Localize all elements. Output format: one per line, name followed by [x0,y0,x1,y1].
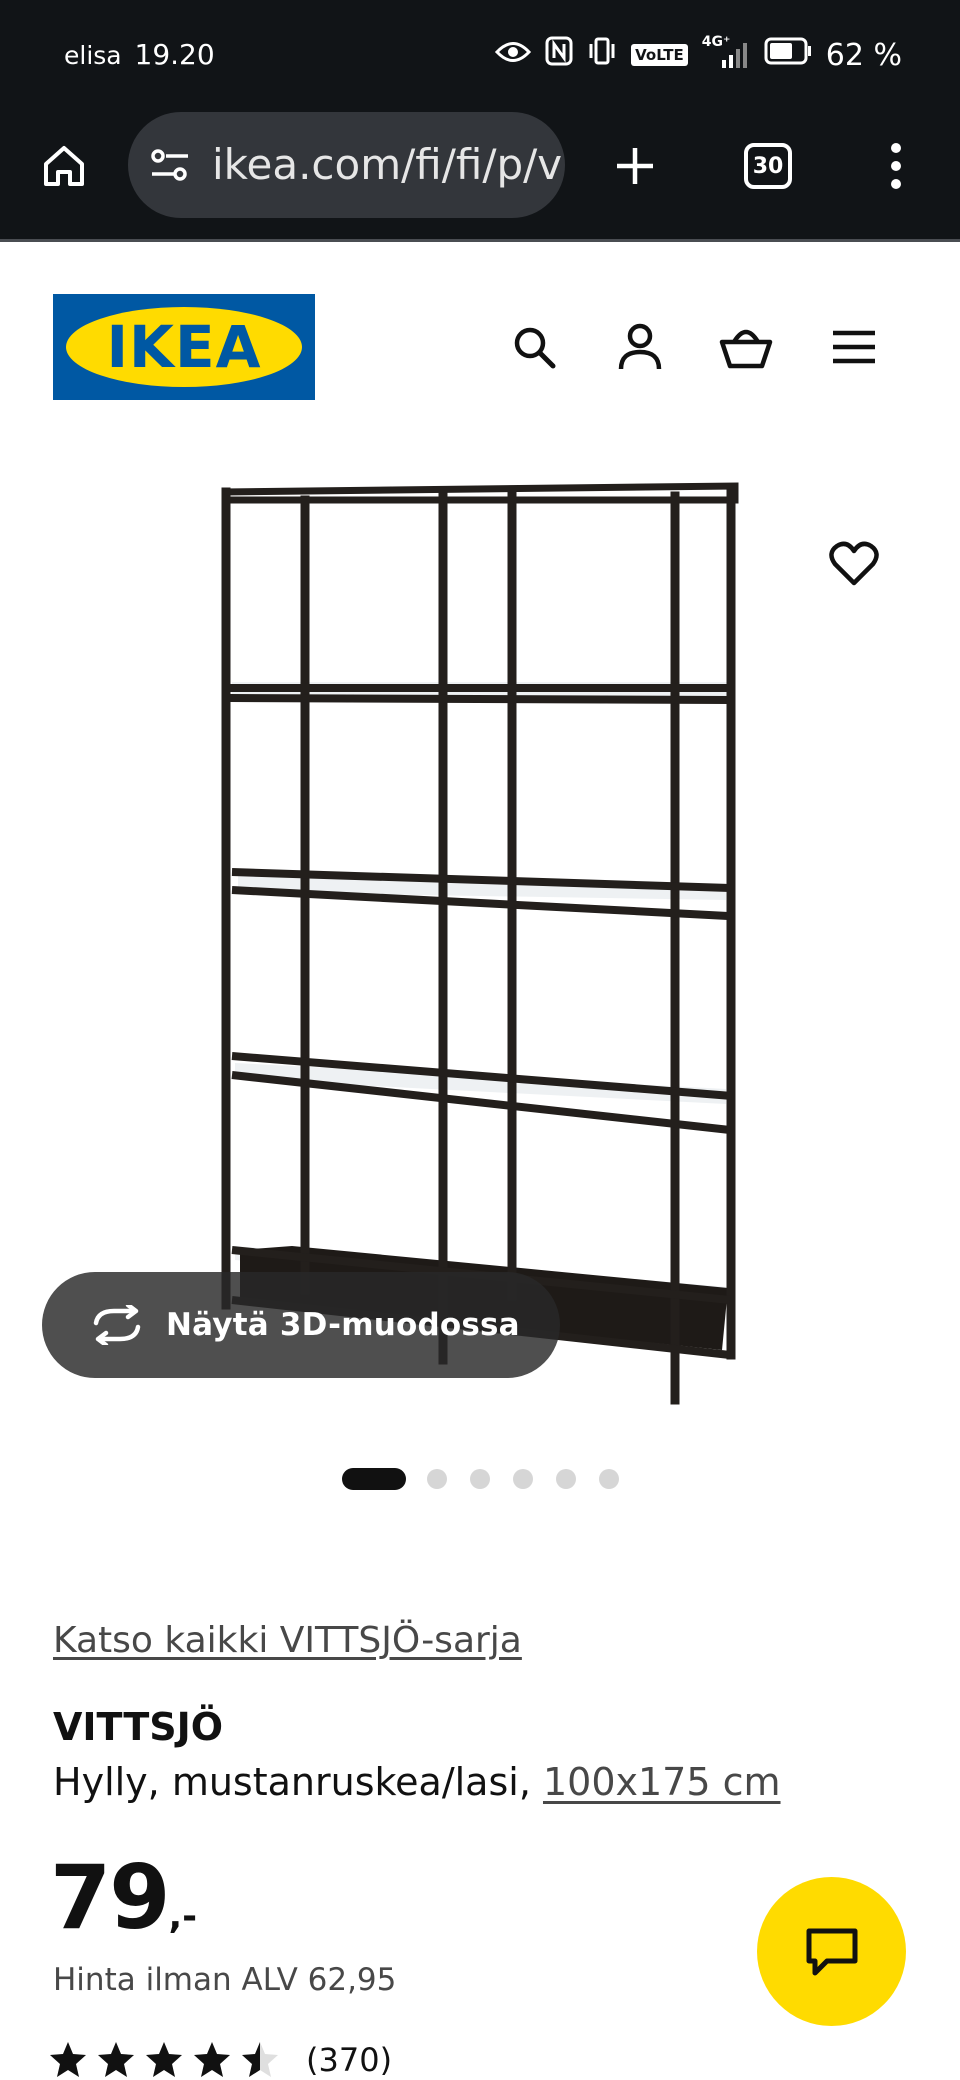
home-icon[interactable] [34,136,94,196]
battery-level: 62 % [825,37,902,73]
menu-icon[interactable] [824,317,884,377]
product-rating[interactable]: (370) [48,2040,392,2080]
chat-button[interactable] [757,1877,906,2026]
product-image-carousel[interactable]: Näytä 3D-muodossa [0,420,960,1440]
tab-switcher-icon[interactable]: 30 [738,136,798,196]
rating-stars [48,2040,280,2080]
price-decimals: ,- [168,1896,198,1937]
star-icon [98,2042,134,2077]
carousel-dot-3[interactable] [470,1469,490,1489]
star-icon [50,2042,86,2077]
nfc-icon [545,36,573,74]
battery-icon [764,37,812,73]
basket-icon[interactable] [716,317,776,377]
ikea-logo[interactable]: IKEA [53,294,315,400]
carousel-dot-2[interactable] [427,1469,447,1489]
eye-comfort-icon [495,38,532,73]
tab-switcher-frame: 30 [744,143,792,189]
browser-toolbar: ikea.com/fi/fi/p/vi 30 [0,108,960,242]
clock: 19.20 [134,38,215,71]
rotate-3d-icon [88,1305,146,1345]
vibrate-icon [587,36,617,74]
carousel-indicators [0,1465,960,1490]
url-text[interactable]: ikea.com/fi/fi/p/vi [212,140,565,189]
product-size-link[interactable]: 100x175 cm [543,1760,781,1804]
review-count[interactable]: (370) [306,2041,392,2079]
chat-bubble-icon [806,1928,857,1975]
new-tab-icon[interactable] [605,136,665,196]
site-settings-icon[interactable] [144,139,196,191]
price-integer: 79 [50,1846,170,1949]
status-bar: elisa 19.20 VoLTE 4G⁺ 62 % [0,0,960,108]
star-icon [194,2042,230,2077]
series-link[interactable]: Katso kaikki VITTSJÖ-sarja [53,1620,522,1661]
carousel-dot-5[interactable] [556,1469,576,1489]
product-name: VITTSJÖ [53,1705,224,1749]
star-icon [146,2042,182,2077]
carousel-dot-6[interactable] [599,1469,619,1489]
search-icon[interactable] [504,317,564,377]
price-ex-vat: Hinta ilman ALV 62,95 [53,1962,397,1998]
view-3d-label: Näytä 3D-muodossa [166,1307,520,1343]
star-icon [242,2042,278,2077]
product-price: 79,- [50,1846,197,1949]
signal-icon: 4G⁺ [702,34,750,70]
status-left: elisa 19.20 [64,38,215,71]
address-bar[interactable]: ikea.com/fi/fi/p/vi [128,112,565,218]
account-icon[interactable] [610,317,670,377]
status-right: VoLTE 4G⁺ 62 % [495,34,902,74]
tab-count: 30 [752,153,784,179]
carousel-dot-4[interactable] [513,1469,533,1489]
product-description: Hylly, mustanruskea/lasi, 100x175 cm [53,1760,781,1804]
view-3d-button[interactable]: Näytä 3D-muodossa [42,1272,560,1378]
more-menu-icon[interactable] [866,136,926,196]
volte-icon: VoLTE [631,44,688,66]
carousel-dot-1[interactable] [342,1468,406,1490]
ikea-logo-text: IKEA [106,313,261,381]
site-header: IKEA [0,245,960,420]
product-type: Hylly, mustanruskea/lasi, [53,1760,543,1804]
favorite-heart-icon[interactable] [822,532,886,596]
carrier-name: elisa [64,41,122,70]
